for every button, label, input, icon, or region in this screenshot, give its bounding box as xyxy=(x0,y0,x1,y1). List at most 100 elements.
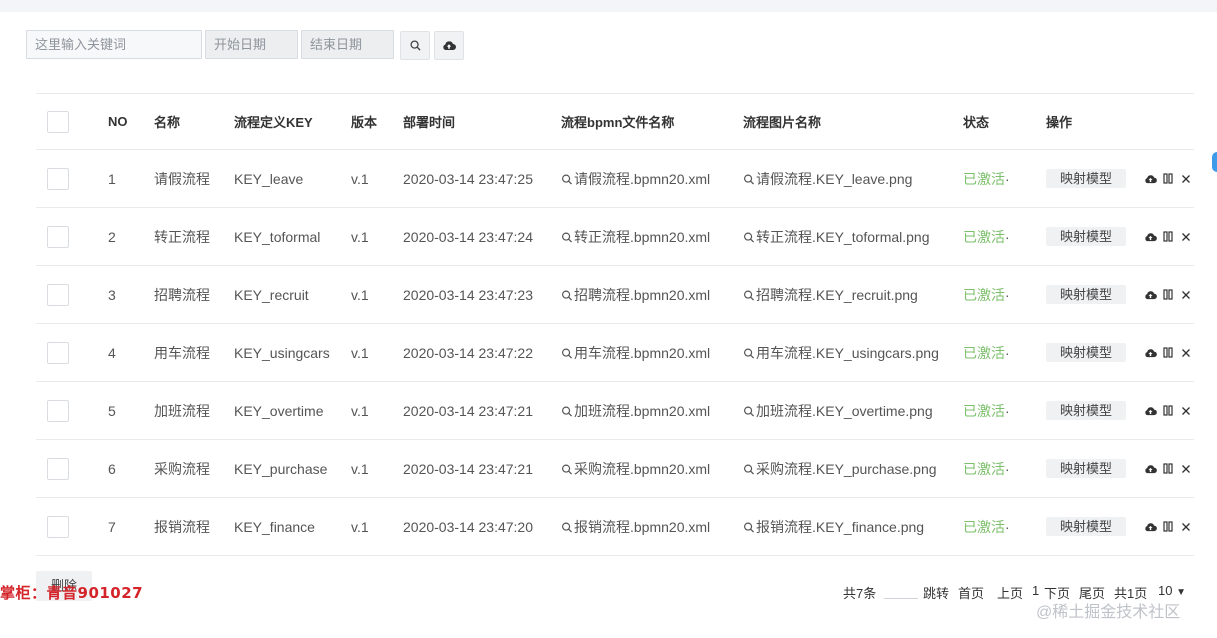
image-file-link[interactable]: 报销流程.KEY_finance.png xyxy=(743,519,924,535)
cloud-upload-icon[interactable] xyxy=(1144,230,1157,243)
process-table: NO 名称 流程定义KEY 版本 部署时间 流程bpmn文件名称 流程图片名称 … xyxy=(36,93,1194,556)
status-badge: 已激活 xyxy=(963,286,1005,303)
row-checkbox[interactable] xyxy=(47,225,69,248)
row-checkbox[interactable] xyxy=(47,283,69,306)
row-key: KEY_purchase xyxy=(234,439,351,498)
cloud-upload-icon[interactable] xyxy=(1144,404,1157,417)
map-model-button[interactable]: 映射模型 xyxy=(1046,459,1126,478)
close-icon[interactable] xyxy=(1180,520,1193,533)
row-image-file-cell: 招聘流程.KEY_recruit.png xyxy=(743,265,963,324)
map-model-button[interactable]: 映射模型 xyxy=(1046,285,1126,304)
row-deploy-time: 2020-03-14 23:47:23 xyxy=(403,265,561,324)
cloud-upload-icon[interactable] xyxy=(1144,172,1157,185)
bpmn-file-name: 采购流程.bpmn20.xml xyxy=(574,460,711,477)
image-file-link[interactable]: 采购流程.KEY_purchase.png xyxy=(743,461,937,477)
cloud-upload-icon[interactable] xyxy=(1144,288,1157,301)
pause-icon[interactable] xyxy=(1162,230,1175,243)
row-checkbox[interactable] xyxy=(47,399,69,422)
image-file-name: 转正流程.KEY_toformal.png xyxy=(756,228,930,245)
close-icon[interactable] xyxy=(1180,230,1193,243)
row-bpmn-file-cell: 采购流程.bpmn20.xml xyxy=(561,439,743,498)
upload-button[interactable] xyxy=(434,31,464,60)
status-badge: 已激活 xyxy=(963,518,1005,535)
row-version: v.1 xyxy=(351,265,403,324)
search-icon xyxy=(562,348,573,359)
map-model-button[interactable]: 映射模型 xyxy=(1046,401,1126,420)
select-all-checkbox[interactable] xyxy=(47,110,69,133)
row-checkbox[interactable] xyxy=(47,341,69,364)
table-row: 4 用车流程 KEY_usingcars v.1 2020-03-14 23:4… xyxy=(36,323,1194,382)
row-actions-cell: 映射模型 xyxy=(1046,207,1194,266)
row-name: 招聘流程 xyxy=(154,265,234,324)
pager-total: 共7条 xyxy=(843,586,877,601)
image-file-name: 加班流程.KEY_overtime.png xyxy=(756,402,933,419)
cloud-upload-icon[interactable] xyxy=(1144,520,1157,533)
row-select-cell xyxy=(36,497,108,556)
row-checkbox[interactable] xyxy=(47,457,69,480)
row-select-cell xyxy=(36,381,108,440)
image-file-link[interactable]: 转正流程.KEY_toformal.png xyxy=(743,229,930,245)
image-file-link[interactable]: 招聘流程.KEY_recruit.png xyxy=(743,287,918,303)
row-status-cell: 已激活· xyxy=(963,323,1046,382)
close-icon[interactable] xyxy=(1180,404,1193,417)
row-version: v.1 xyxy=(351,207,403,266)
search-button[interactable] xyxy=(400,31,430,60)
bpmn-file-link[interactable]: 用车流程.bpmn20.xml xyxy=(561,345,710,361)
image-file-link[interactable]: 请假流程.KEY_leave.png xyxy=(743,171,912,187)
close-icon[interactable] xyxy=(1180,346,1193,359)
bpmn-file-link[interactable]: 请假流程.bpmn20.xml xyxy=(561,171,710,187)
pause-icon[interactable] xyxy=(1162,288,1175,301)
row-image-file-cell: 用车流程.KEY_usingcars.png xyxy=(743,323,963,382)
bpmn-file-name: 请假流程.bpmn20.xml xyxy=(574,170,711,187)
cloud-upload-icon[interactable] xyxy=(1144,346,1157,359)
pager-jump[interactable]: 跳转 xyxy=(923,583,949,602)
image-file-link[interactable]: 加班流程.KEY_overtime.png xyxy=(743,403,933,419)
row-no: 1 xyxy=(108,149,154,208)
select-all-cell xyxy=(36,93,108,150)
bpmn-file-link[interactable]: 转正流程.bpmn20.xml xyxy=(561,229,710,245)
map-model-button[interactable]: 映射模型 xyxy=(1046,343,1126,362)
bpmn-file-link[interactable]: 招聘流程.bpmn20.xml xyxy=(561,287,710,303)
row-status-cell: 已激活· xyxy=(963,207,1046,266)
status-badge: 已激活 xyxy=(963,460,1005,477)
image-file-name: 用车流程.KEY_usingcars.png xyxy=(756,344,939,361)
bpmn-file-link[interactable]: 报销流程.bpmn20.xml xyxy=(561,519,710,535)
row-name: 请假流程 xyxy=(154,149,234,208)
map-model-button[interactable]: 映射模型 xyxy=(1046,517,1126,536)
row-bpmn-file-cell: 加班流程.bpmn20.xml xyxy=(561,381,743,440)
table-header-row: NO 名称 流程定义KEY 版本 部署时间 流程bpmn文件名称 流程图片名称 … xyxy=(36,93,1194,150)
pager-prev[interactable]: 上页 xyxy=(997,583,1023,602)
close-icon[interactable] xyxy=(1180,172,1193,185)
pause-icon[interactable] xyxy=(1162,462,1175,475)
page-size-select[interactable]: 10 ▼ xyxy=(1158,583,1186,598)
pause-icon[interactable] xyxy=(1162,520,1175,533)
cloud-upload-icon[interactable] xyxy=(1144,462,1157,475)
bpmn-file-link[interactable]: 加班流程.bpmn20.xml xyxy=(561,403,710,419)
map-model-button[interactable]: 映射模型 xyxy=(1046,169,1126,188)
close-icon[interactable] xyxy=(1180,462,1193,475)
header-version: 版本 xyxy=(351,93,403,150)
close-icon[interactable] xyxy=(1180,288,1193,301)
pause-icon[interactable] xyxy=(1162,172,1175,185)
end-date-input[interactable]: 结束日期 xyxy=(301,30,394,59)
image-file-link[interactable]: 用车流程.KEY_usingcars.png xyxy=(743,345,939,361)
row-checkbox[interactable] xyxy=(47,515,69,538)
bpmn-file-name: 招聘流程.bpmn20.xml xyxy=(574,286,711,303)
row-no: 5 xyxy=(108,381,154,440)
search-icon xyxy=(744,348,755,359)
page-jump-input[interactable] xyxy=(884,585,918,599)
table-row: 5 加班流程 KEY_overtime v.1 2020-03-14 23:47… xyxy=(36,381,1194,440)
bpmn-file-link[interactable]: 采购流程.bpmn20.xml xyxy=(561,461,710,477)
map-model-button[interactable]: 映射模型 xyxy=(1046,227,1126,246)
row-bpmn-file-cell: 用车流程.bpmn20.xml xyxy=(561,323,743,382)
row-actions-cell: 映射模型 xyxy=(1046,323,1194,382)
pause-icon[interactable] xyxy=(1162,346,1175,359)
pause-icon[interactable] xyxy=(1162,404,1175,417)
status-dot: · xyxy=(1005,344,1010,361)
pager-first[interactable]: 首页 xyxy=(958,583,984,602)
row-checkbox[interactable] xyxy=(47,167,69,190)
keyword-input[interactable]: 这里输入关键词 xyxy=(26,30,202,59)
start-date-input[interactable]: 开始日期 xyxy=(205,30,298,59)
search-icon xyxy=(744,232,755,243)
search-icon xyxy=(744,406,755,417)
